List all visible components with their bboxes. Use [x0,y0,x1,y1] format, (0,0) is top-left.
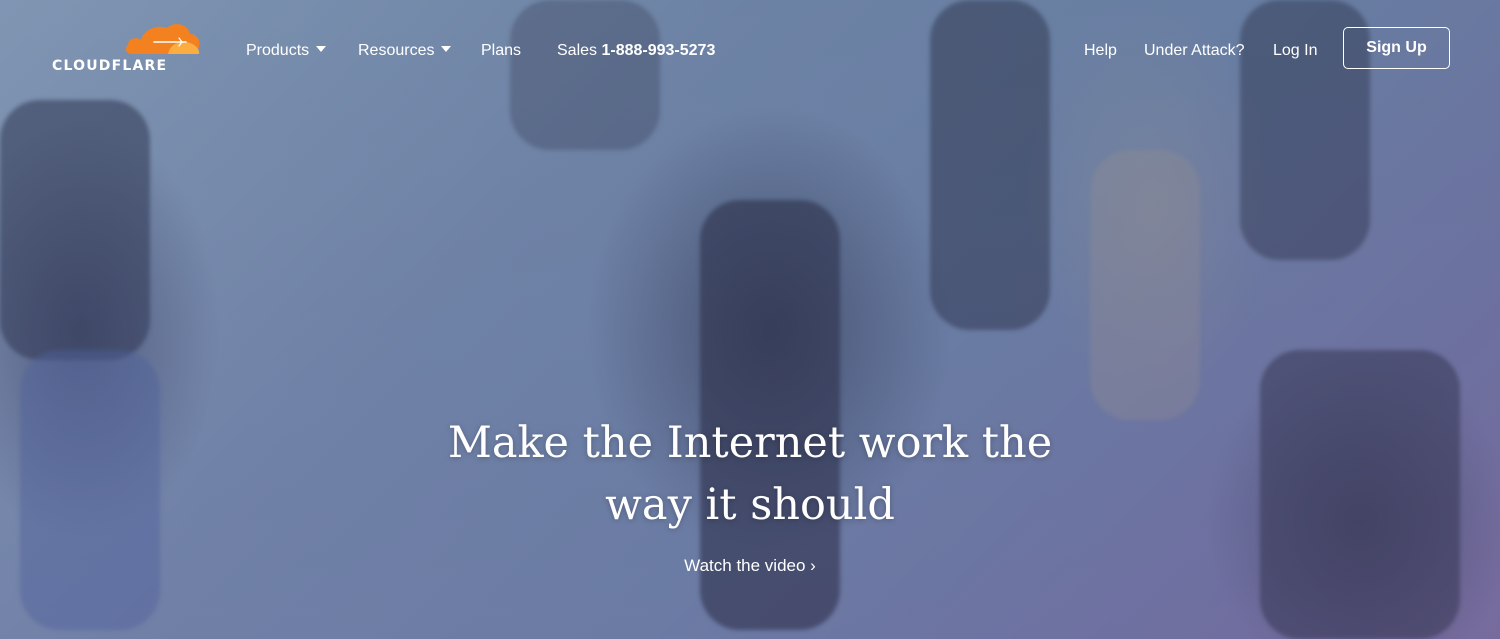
nav-help[interactable]: Help [1084,42,1117,60]
watch-video-link[interactable]: Watch the video › [600,556,900,576]
nav-resources[interactable]: Resources [358,42,452,60]
nav-products[interactable]: Products [246,42,327,60]
signup-button[interactable]: Sign Up [1343,27,1450,69]
nav-plans[interactable]: Plans [481,42,521,60]
sales-phone-number[interactable]: 1-888-993-5273 [601,42,715,59]
hero-headline-line2: way it should [605,480,895,530]
cloudflare-logo[interactable]: CLOUDFLARE [52,22,202,77]
nav-under-attack[interactable]: Under Attack? [1144,42,1245,60]
hero-headline: Make the Internet work the way it should [350,412,1150,536]
nav-sales[interactable]: Sales 1-888-993-5273 [557,42,715,60]
cloud-icon [125,24,200,54]
nav-resources-label: Resources [358,42,435,59]
nav-products-label: Products [246,42,310,59]
logo-wordmark: CLOUDFLARE [52,58,168,74]
nav-login[interactable]: Log In [1273,42,1317,60]
site-header: CLOUDFLARE Products Resources Plans Sale… [0,0,1500,100]
sales-label: Sales [557,42,598,59]
caret-down-icon [441,46,452,52]
hero-headline-line1: Make the Internet work the [447,418,1053,468]
caret-down-icon [316,46,327,52]
